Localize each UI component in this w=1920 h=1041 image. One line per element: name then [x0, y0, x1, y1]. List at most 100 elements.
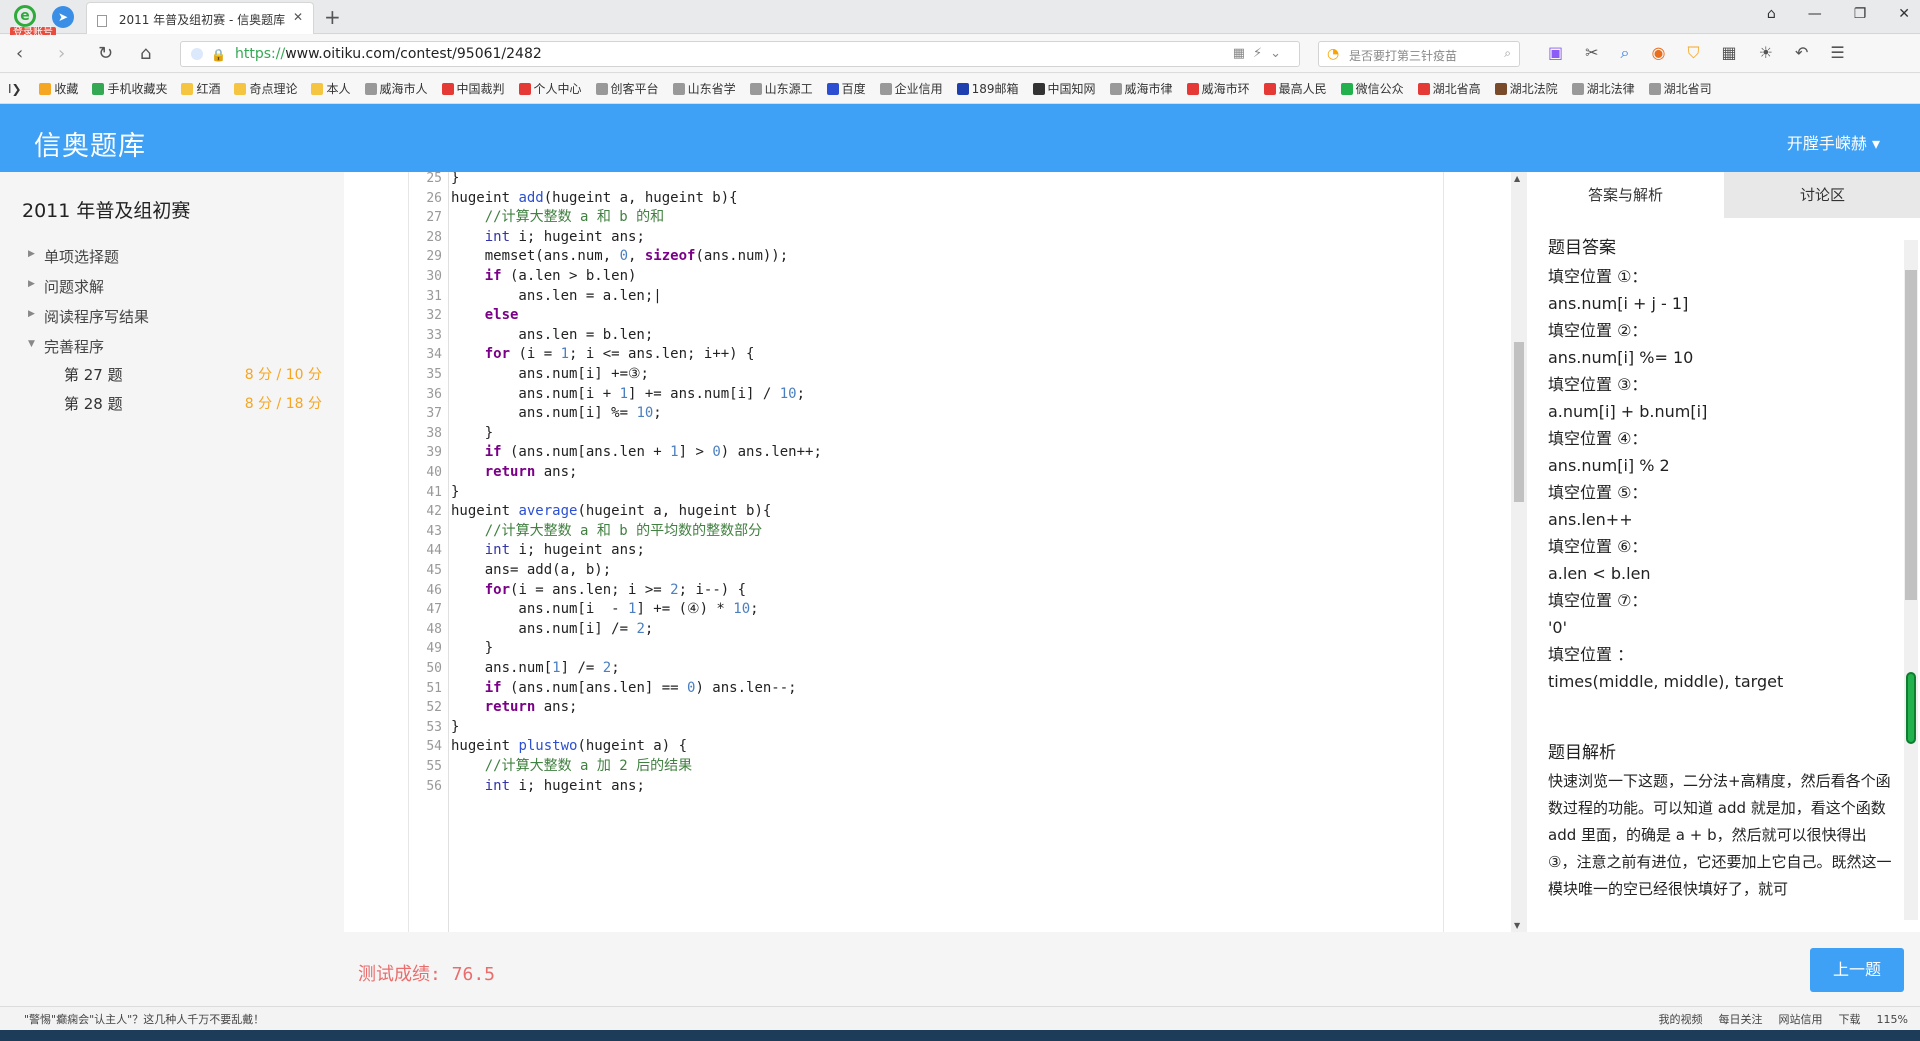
- floating-widget-icon[interactable]: [1906, 672, 1916, 744]
- answer-label: 填空位置 ⑦：: [1548, 591, 1648, 610]
- url-tools-icons[interactable]: ▦⚡⌄: [1233, 46, 1289, 61]
- bookmark-item[interactable]: 威海市律: [1109, 80, 1173, 97]
- bookmark-item[interactable]: 189邮箱: [956, 80, 1019, 97]
- scroll-down-icon[interactable]: ▼: [1514, 921, 1520, 930]
- status-item[interactable]: 每日关注: [1719, 1013, 1763, 1026]
- search-engine-icon[interactable]: ◔: [1327, 46, 1339, 62]
- answer-scrollbar[interactable]: [1904, 240, 1918, 920]
- bookmark-item[interactable]: 红酒: [181, 80, 220, 97]
- search-input[interactable]: ◔ 是否要打第三针疫苗 ⌕: [1318, 41, 1520, 67]
- scroll-up-icon[interactable]: ▲: [1514, 174, 1520, 183]
- answer-label: 填空位置 ⑤：: [1548, 483, 1648, 502]
- answer-value: ans.num[i] % 2: [1548, 456, 1670, 475]
- code-scrollbar[interactable]: ▲ ▼: [1511, 172, 1527, 932]
- site-info-icon[interactable]: [191, 48, 203, 60]
- news-ticker[interactable]: "警惕"癫痫会"认主人"？这几种人千万不要乱戴！: [24, 1011, 264, 1027]
- section-complete-program[interactable]: ▼ 完善程序: [28, 336, 105, 357]
- bookmark-item[interactable]: 湖北法院: [1494, 80, 1558, 97]
- section-problem-solving[interactable]: ▶ 问题求解: [28, 276, 104, 297]
- restore-icon[interactable]: ❐: [1854, 6, 1867, 22]
- reload-icon[interactable]: ↻: [98, 43, 113, 64]
- bookmarks-toggle-icon[interactable]: I❯: [8, 82, 22, 96]
- bookmark-item[interactable]: 山东省学: [672, 80, 736, 97]
- bookmark-item[interactable]: 手机收藏夹: [92, 80, 167, 97]
- bookmark-item[interactable]: 湖北法律: [1571, 80, 1635, 97]
- scrollbar-thumb[interactable]: [1905, 270, 1917, 600]
- brightness-icon[interactable]: ☀: [1759, 43, 1773, 63]
- scissors-icon[interactable]: ✂: [1585, 43, 1598, 63]
- new-tab-icon[interactable]: +: [324, 5, 341, 29]
- status-item[interactable]: 115%: [1877, 1013, 1908, 1026]
- code-text: ans.num[i] /= 2;: [451, 620, 654, 637]
- browser-logo-icon[interactable]: e 登录账号: [10, 5, 56, 39]
- bookmark-icon: [1109, 83, 1122, 95]
- bookmark-item[interactable]: 中国知网: [1032, 80, 1096, 97]
- code-text: }: [451, 424, 494, 441]
- bookmark-label: 企业信用: [894, 82, 943, 96]
- bookmark-icon: [1648, 83, 1661, 95]
- bookmark-item[interactable]: 百度: [826, 80, 866, 97]
- search-icon[interactable]: ⌕: [1504, 46, 1511, 61]
- bookmark-label: 个人中心: [533, 82, 582, 96]
- bookmark-item[interactable]: 创客平台: [595, 80, 659, 97]
- tab-discussion[interactable]: 讨论区: [1724, 172, 1920, 218]
- url-scheme: https://: [235, 46, 286, 62]
- answer-value: ans.num[i + j - 1]: [1548, 294, 1689, 313]
- find-icon[interactable]: ⌕: [1621, 43, 1630, 63]
- prev-question-button[interactable]: 上一题: [1810, 948, 1904, 992]
- status-item[interactable]: 网站信用: [1779, 1013, 1823, 1026]
- close-window-icon[interactable]: ✕: [1898, 6, 1910, 22]
- url-input[interactable]: 🔒 https://www.oitiku.com/contest/95061/2…: [180, 41, 1300, 67]
- back-icon[interactable]: ‹: [16, 43, 23, 64]
- bookmark-item[interactable]: 威海市环: [1186, 80, 1250, 97]
- bookmark-item[interactable]: 企业信用: [879, 80, 943, 97]
- close-tab-icon[interactable]: ✕: [293, 10, 303, 24]
- bookmark-item[interactable]: 个人中心: [518, 80, 582, 97]
- bookmark-icon: [92, 83, 105, 95]
- undo-icon[interactable]: ↶: [1795, 43, 1808, 63]
- bookmark-label: 中国知网: [1047, 82, 1096, 96]
- question-item-28[interactable]: 第 28 题 8 分 / 18 分: [64, 393, 322, 414]
- bookmark-item[interactable]: 威海市人: [364, 80, 428, 97]
- section-label: 单项选择题: [44, 248, 120, 266]
- bookmark-item[interactable]: 湖北省司: [1648, 80, 1712, 97]
- translate-icon[interactable]: ▣: [1548, 43, 1563, 63]
- question-item-27[interactable]: 第 27 题 8 分 / 10 分: [64, 364, 322, 385]
- bookmark-label: 山东源工: [764, 82, 813, 96]
- forward-icon[interactable]: ›: [58, 43, 65, 64]
- section-label: 完善程序: [44, 338, 105, 356]
- section-read-program[interactable]: ▶ 阅读程序写结果: [28, 306, 149, 327]
- code-text: }: [451, 718, 460, 735]
- bookmark-label: 创客平台: [610, 82, 659, 96]
- apps-icon[interactable]: ▦: [1721, 43, 1736, 63]
- send-icon[interactable]: ➤: [52, 6, 74, 28]
- game-icon[interactable]: ◉: [1652, 43, 1666, 63]
- user-menu[interactable]: 开膛手嵘赫 ▾: [1787, 130, 1880, 154]
- bookmark-item[interactable]: 微信公众: [1340, 80, 1404, 97]
- code-viewer[interactable]: 25} 26 hugeint add(hugeint a, hugeint b){2…: [408, 172, 1444, 932]
- section-single-choice[interactable]: ▶ 单项选择题: [28, 246, 120, 267]
- answer-list: 填空位置 ①： ans.num[i + j - 1] 填空位置 ②： ans.num[…: [1548, 263, 1898, 695]
- code-text: }: [451, 640, 494, 657]
- bookmark-item[interactable]: 山东源工: [749, 80, 813, 97]
- browser-tab[interactable]: 2011 年普及组初赛 - 信奥题库 ✕: [86, 2, 314, 34]
- bookmarks-bar: I❯ 收藏 手机收藏夹 红酒 奇点理论 本人 威海市人 中国裁判 个人中心 创客平台 山东省学 山东…: [0, 74, 1920, 104]
- status-item[interactable]: 下载: [1839, 1013, 1861, 1026]
- code-text: ans.len = b.len;: [451, 326, 654, 343]
- shirt-icon[interactable]: ⌂: [1767, 6, 1776, 22]
- bookmark-item[interactable]: 中国裁判: [441, 80, 505, 97]
- bookmark-item[interactable]: 收藏: [39, 80, 78, 97]
- menu-icon[interactable]: ☰: [1830, 43, 1844, 63]
- site-logo[interactable]: 信奥题库: [34, 124, 146, 163]
- code-text: return ans;: [484, 464, 578, 480]
- minimize-icon[interactable]: —: [1808, 6, 1822, 22]
- status-item[interactable]: 我的视频: [1659, 1013, 1703, 1026]
- bookmark-item[interactable]: 最高人民: [1263, 80, 1327, 97]
- bookmark-item[interactable]: 湖北省高: [1417, 80, 1481, 97]
- shield-icon[interactable]: ⛉: [1687, 43, 1699, 63]
- scrollbar-thumb[interactable]: [1514, 342, 1524, 502]
- bookmark-item[interactable]: 本人: [311, 80, 351, 97]
- home-icon[interactable]: ⌂: [140, 43, 151, 64]
- tab-answer-analysis[interactable]: 答案与解析: [1527, 172, 1724, 218]
- bookmark-item[interactable]: 奇点理论: [234, 80, 297, 97]
